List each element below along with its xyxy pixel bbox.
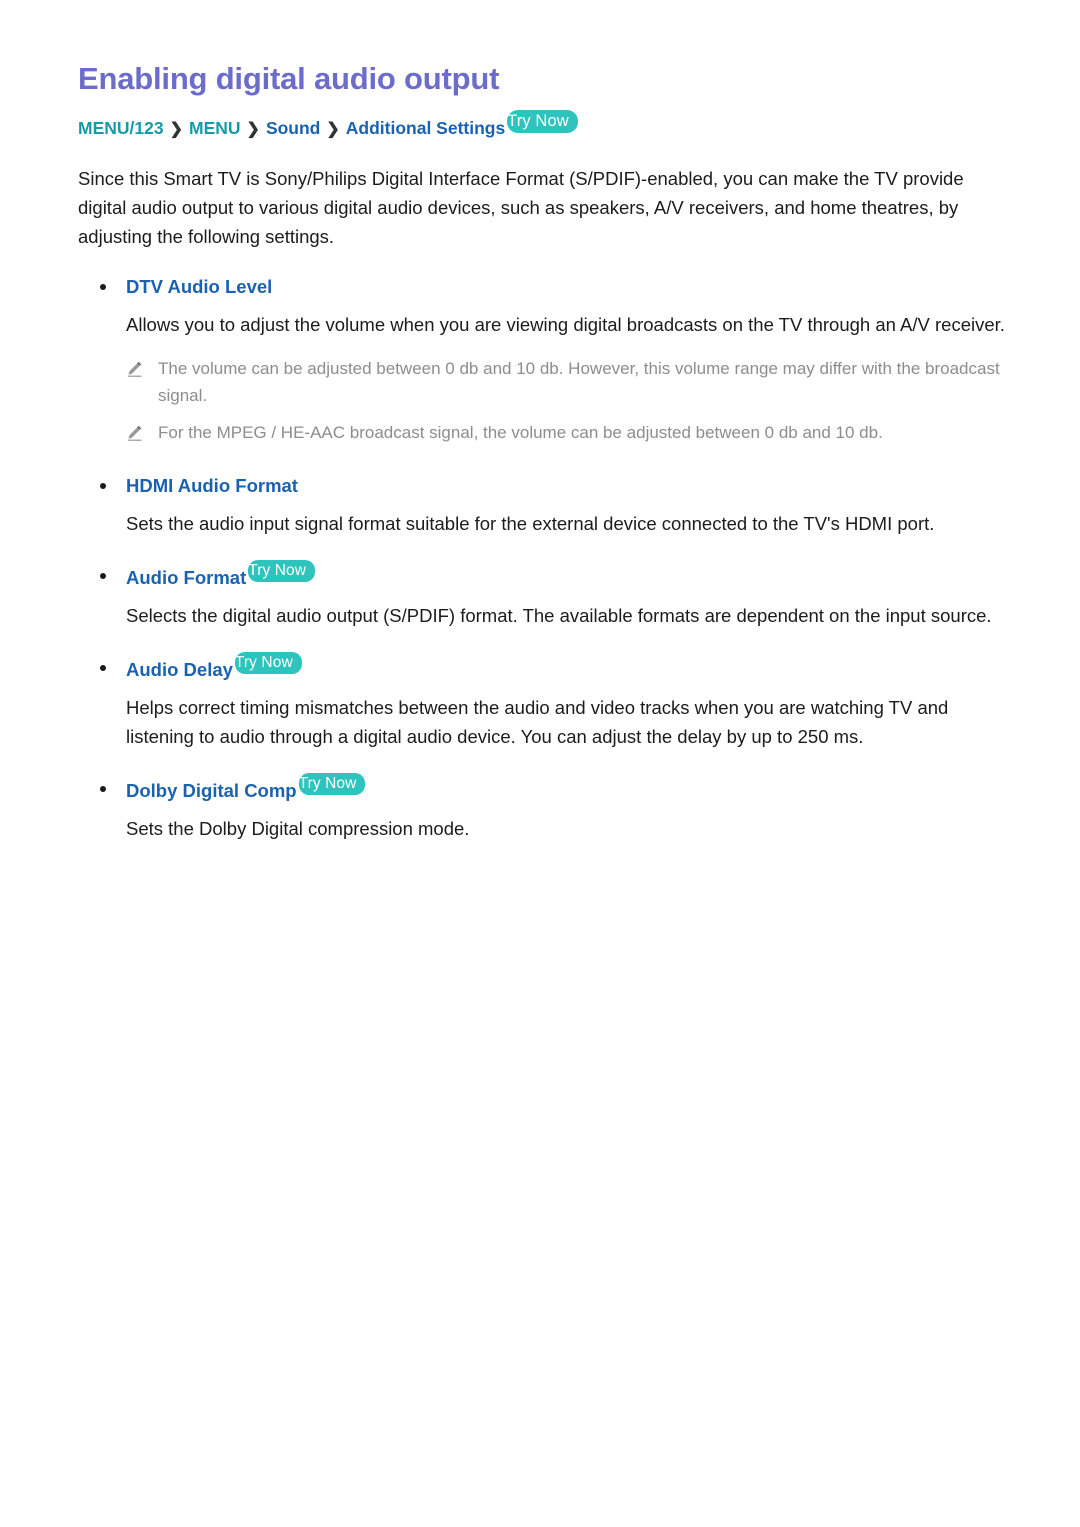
pencil-icon xyxy=(126,359,143,377)
bullet-dot-icon xyxy=(100,664,106,671)
section-body-dtv-audio-level: Allows you to adjust the volume when you… xyxy=(126,313,1005,335)
intro-paragraph: Since this Smart TV is Sony/Philips Digi… xyxy=(78,167,964,247)
section-heading-dtv-audio-level: DTV Audio Level xyxy=(78,273,1010,300)
bullet-dot-icon xyxy=(100,572,106,579)
section-body-hdmi-audio-format: Sets the audio input signal format suita… xyxy=(126,512,935,534)
note-item: For the MPEG / HE-AAC broadcast signal, … xyxy=(78,419,1010,446)
section-heading-label: Dolby Digital Comp xyxy=(126,779,297,801)
pencil-icon xyxy=(126,423,143,441)
section-body-dolby-digital-comp: Sets the Dolby Digital compression mode. xyxy=(126,817,470,839)
try-now-badge[interactable]: Try Now xyxy=(507,110,578,134)
try-now-badge[interactable]: Try Now xyxy=(248,559,316,582)
try-now-badge[interactable]: Try Now xyxy=(234,651,302,674)
try-now-badge[interactable]: Try Now xyxy=(298,772,366,795)
breadcrumb-separator-icon: ❯ xyxy=(246,121,260,139)
section-body-audio-delay: Helps correct timing mismatches between … xyxy=(126,696,949,747)
breadcrumb-separator-icon: ❯ xyxy=(169,121,183,139)
note-text: The volume can be adjusted between 0 db … xyxy=(158,358,1000,405)
section-heading-label: DTV Audio Level xyxy=(126,275,273,297)
section-body-audio-format: Selects the digital audio output (S/PDIF… xyxy=(126,604,992,626)
breadcrumb-item-menu123[interactable]: MENU/123 xyxy=(78,118,164,138)
section-heading-audio-format: Audio Format Try Now xyxy=(78,559,1010,591)
breadcrumb-item-menu[interactable]: MENU xyxy=(189,118,241,138)
section-heading-label: HDMI Audio Format xyxy=(126,474,298,496)
bullet-dot-icon xyxy=(100,283,106,290)
breadcrumb-separator-icon: ❯ xyxy=(326,121,340,139)
section-heading-label: Audio Delay xyxy=(126,658,233,680)
note-text: For the MPEG / HE-AAC broadcast signal, … xyxy=(158,422,883,442)
bullet-dot-icon xyxy=(100,785,106,792)
document-page: Enabling digital audio output MENU/123 ❯ M… xyxy=(0,0,1080,1527)
page-title: Enabling digital audio output xyxy=(78,61,500,96)
breadcrumb: MENU/123 ❯ MENU ❯ Sound ❯ Additional Settings T… xyxy=(78,110,1010,141)
breadcrumb-item-sound[interactable]: Sound xyxy=(266,118,320,138)
note-item: The volume can be adjusted between 0 db … xyxy=(78,355,1010,409)
bullet-dot-icon xyxy=(100,482,106,489)
section-heading-dolby-digital-comp: Dolby Digital Comp Try Now xyxy=(78,772,1010,804)
section-heading-audio-delay: Audio Delay Try Now xyxy=(78,651,1010,683)
breadcrumb-item-additional-settings[interactable]: Additional Settings xyxy=(346,118,505,138)
section-heading-label: Audio Format xyxy=(126,566,247,588)
section-heading-hdmi-audio-format: HDMI Audio Format xyxy=(78,472,1010,499)
